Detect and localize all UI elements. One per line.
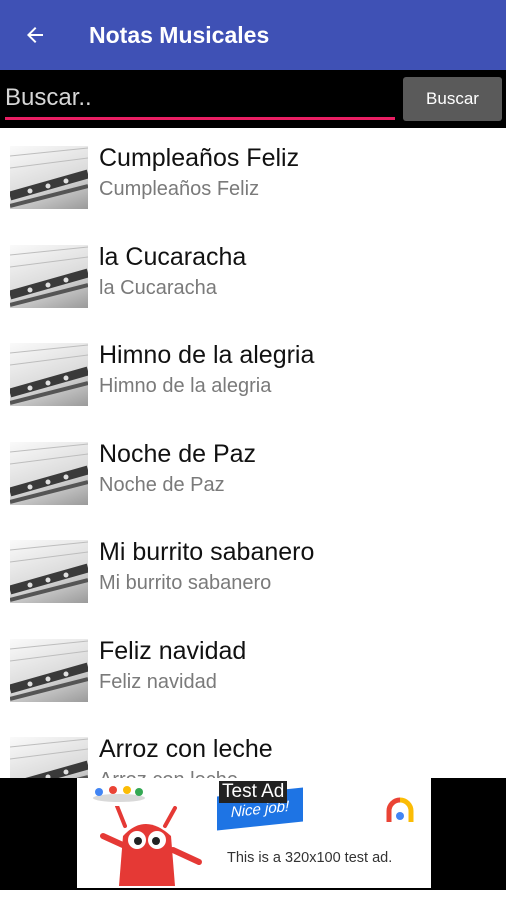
song-row[interactable]: la Cucaracha la Cucaracha bbox=[0, 227, 506, 326]
song-subtitle: Noche de Paz bbox=[99, 473, 225, 496]
song-subtitle: Arroz con leche bbox=[99, 769, 238, 778]
song-row[interactable]: Mi burrito sabanero Mi burrito sabanero bbox=[0, 522, 506, 621]
ad-text: This is a 320x100 test ad. bbox=[227, 850, 393, 866]
song-title: Arroz con leche bbox=[99, 735, 273, 763]
song-row[interactable]: Himno de la alegria Himno de la alegria bbox=[0, 325, 506, 424]
song-subtitle: Cumpleaños Feliz bbox=[99, 178, 260, 200]
bottom-strip bbox=[0, 890, 506, 900]
arrow-back-icon bbox=[27, 27, 43, 43]
flute-thumbnail bbox=[10, 638, 88, 702]
flute-thumbnail bbox=[10, 737, 88, 778]
song-list: Cumpleaños Feliz Cumpleaños Feliz la Cuc… bbox=[0, 128, 506, 778]
song-subtitle: Feliz navidad bbox=[99, 670, 217, 693]
page-title: Notas Musicales bbox=[89, 21, 270, 48]
song-subtitle: Mi burrito sabanero bbox=[99, 572, 272, 594]
song-row[interactable]: Feliz navidad Feliz navidad bbox=[0, 621, 506, 720]
back-button[interactable] bbox=[0, 0, 70, 70]
song-title: Cumpleaños Feliz bbox=[99, 144, 300, 172]
flute-thumbnail bbox=[10, 540, 88, 603]
search-underline bbox=[5, 117, 395, 120]
song-subtitle: la Cucaracha bbox=[99, 276, 217, 299]
flute-thumbnail bbox=[10, 244, 88, 308]
song-title: Feliz navidad bbox=[99, 636, 247, 665]
song-title: Mi burrito sabanero bbox=[99, 538, 315, 566]
song-subtitle: Himno de la alegria bbox=[99, 375, 272, 397]
song-title: la Cucaracha bbox=[99, 242, 247, 271]
song-row[interactable]: Cumpleaños Feliz Cumpleaños Feliz bbox=[0, 128, 506, 227]
flute-thumbnail bbox=[10, 146, 88, 209]
song-row[interactable]: Noche de Paz Noche de Paz bbox=[0, 424, 506, 523]
search-button[interactable]: Buscar bbox=[403, 77, 502, 121]
flute-thumbnail bbox=[10, 343, 88, 406]
app-bar: Notas Musicales bbox=[0, 0, 506, 70]
google-ads-logo-icon bbox=[386, 797, 414, 822]
red-mascot-icon bbox=[100, 806, 202, 886]
song-title: Himno de la alegria bbox=[99, 341, 315, 369]
test-ad-label: Test Ad bbox=[219, 781, 288, 803]
song-title: Noche de Paz bbox=[99, 439, 257, 468]
flute-thumbnail bbox=[10, 441, 88, 505]
song-row[interactable]: Arroz con leche Arroz con leche bbox=[0, 719, 506, 778]
search-input[interactable] bbox=[5, 80, 395, 116]
